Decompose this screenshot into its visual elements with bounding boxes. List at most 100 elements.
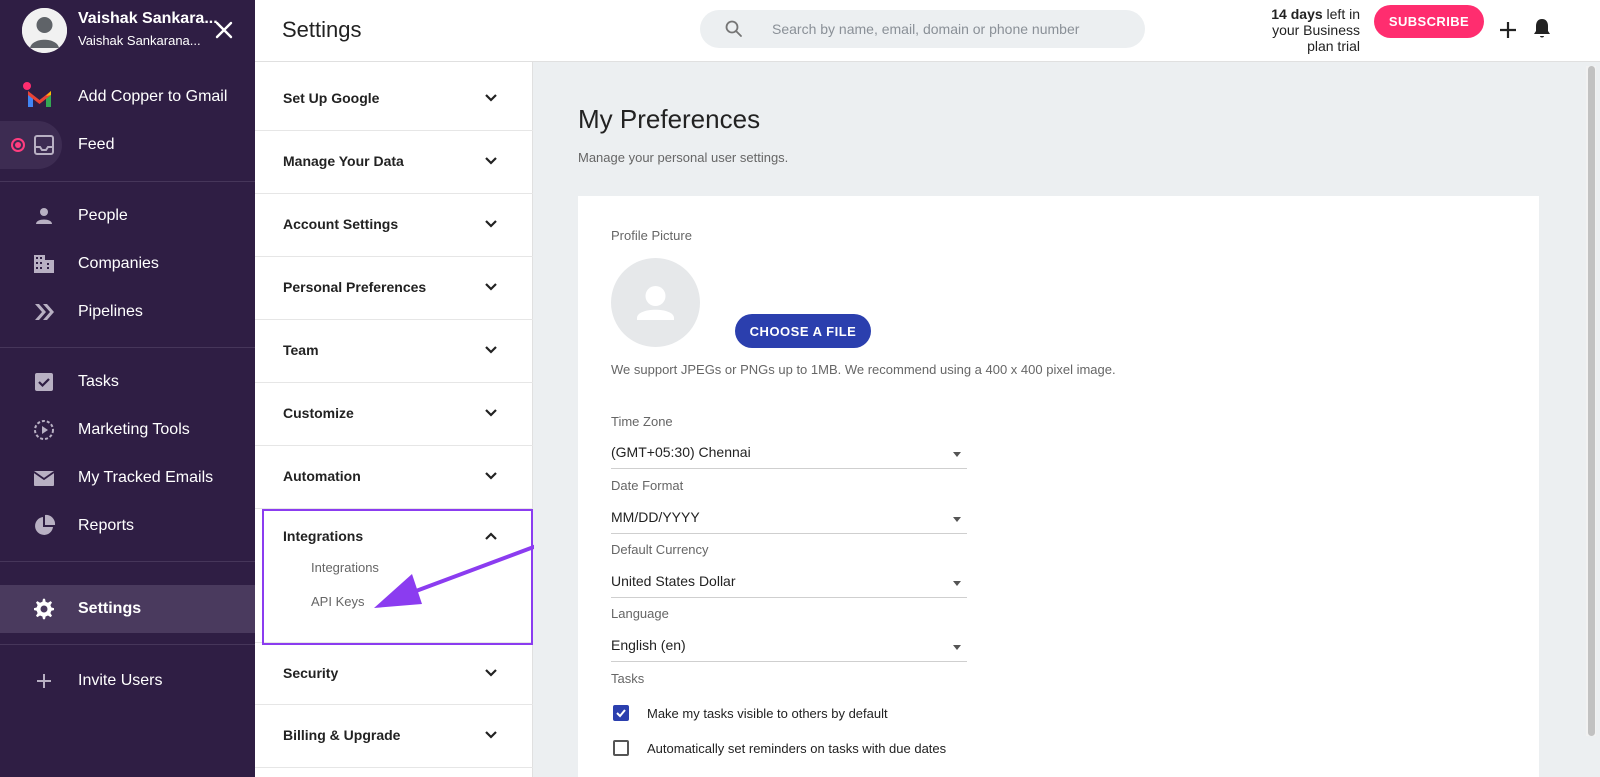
date-format-select[interactable]: MM/DD/YYYY [611, 504, 967, 534]
menu-team[interactable]: Team [255, 320, 533, 383]
play-circle-icon [32, 418, 56, 442]
chevron-down-icon [481, 403, 501, 423]
menu-security[interactable]: Security [255, 642, 533, 705]
chevron-down-icon [481, 88, 501, 108]
checkbox-unchecked[interactable] [613, 740, 629, 756]
menu-label: Set Up Google [283, 90, 380, 106]
upload-help-text: We support JPEGs or PNGs up to 1MB. We r… [611, 362, 1116, 377]
nav-label: Invite Users [78, 672, 163, 689]
tasks-label: Tasks [611, 671, 645, 686]
menu-label: Manage Your Data [283, 153, 404, 169]
nav-invite-users[interactable]: Invite Users [0, 657, 255, 705]
checkbox-icon [32, 370, 56, 394]
task-visibility-option[interactable]: Make my tasks visible to others by defau… [611, 704, 931, 724]
trial-text-3: plan trial [1307, 38, 1360, 54]
menu-label: Customize [283, 405, 354, 421]
chevron-down-icon [481, 663, 501, 683]
checkbox-checked[interactable] [613, 705, 629, 721]
building-icon [32, 252, 56, 276]
submenu-integrations[interactable]: Integrations [311, 560, 379, 575]
chevron-down-icon [481, 151, 501, 171]
user-name: Vaishak Sankara... [78, 10, 218, 27]
nav-feed[interactable]: Feed [0, 121, 255, 169]
caret-down-icon [953, 645, 961, 650]
close-icon[interactable] [212, 18, 236, 42]
nav-companies[interactable]: Companies [0, 240, 255, 288]
choose-file-button[interactable]: CHOOSE A FILE [735, 314, 871, 348]
nav-add-copper-to-gmail[interactable]: Add Copper to Gmail [0, 73, 255, 121]
scrollbar-thumb[interactable] [1588, 66, 1595, 736]
nav-label: Marketing Tools [78, 421, 190, 438]
menu-label: Team [283, 342, 319, 358]
section-subtitle: Manage your personal user settings. [578, 150, 789, 165]
avatar-placeholder-icon [22, 8, 67, 53]
nav-label: Feed [78, 136, 115, 153]
currency-label: Default Currency [611, 542, 709, 557]
pie-chart-icon [32, 514, 56, 538]
menu-label: Personal Preferences [283, 279, 427, 295]
chevron-down-icon [481, 725, 501, 745]
user-avatar [22, 8, 67, 53]
menu-integrations-section: Integrations Integrations API Keys [255, 504, 533, 642]
menu-label: Account Settings [283, 216, 399, 232]
envelope-icon [32, 466, 56, 490]
nav-divider [0, 347, 255, 348]
notification-dot-icon [11, 138, 25, 152]
menu-customize[interactable]: Customize [255, 383, 533, 446]
nav-pipelines[interactable]: Pipelines [0, 288, 255, 336]
menu-label: Security [283, 665, 339, 681]
menu-billing-upgrade[interactable]: Billing & Upgrade [255, 705, 533, 768]
main-content: My Preferences Manage your personal user… [534, 62, 1585, 777]
caret-down-icon [953, 452, 961, 457]
app-sidebar: Vaishak Sankara... Vaishak Sankarana... … [0, 0, 255, 777]
caret-down-icon [953, 517, 961, 522]
submenu-api-keys[interactable]: API Keys [311, 594, 364, 609]
language-select[interactable]: English (en) [611, 632, 967, 662]
nav-people[interactable]: People [0, 192, 255, 240]
chevron-down-icon [481, 214, 501, 234]
nav-label: Add Copper to Gmail [78, 88, 228, 105]
date-format-label: Date Format [611, 478, 684, 493]
search-input[interactable] [772, 10, 1132, 48]
select-value: (GMT+05:30) Chennai [611, 444, 751, 460]
trial-days: 14 days [1271, 6, 1323, 22]
settings-menu: Set Up Google Manage Your Data Account S… [255, 62, 533, 777]
currency-select[interactable]: United States Dollar [611, 568, 967, 598]
language-label: Language [611, 606, 669, 621]
trial-text-2: your Business [1272, 22, 1360, 38]
menu-integrations[interactable]: Integrations [283, 528, 363, 544]
user-email: Vaishak Sankarana... [78, 33, 201, 48]
person-placeholder-icon [637, 286, 674, 320]
search-box[interactable] [700, 10, 1145, 48]
double-chevron-icon [32, 300, 56, 324]
checkbox-label: Make my tasks visible to others by defau… [647, 706, 888, 721]
nav-my-tracked-emails[interactable]: My Tracked Emails [0, 454, 255, 502]
subscribe-button[interactable]: SUBSCRIBE [1374, 5, 1484, 38]
nav-label: Companies [78, 255, 159, 272]
nav-reports[interactable]: Reports [0, 502, 255, 550]
select-value: United States Dollar [611, 573, 736, 589]
nav-marketing-tools[interactable]: Marketing Tools [0, 406, 255, 454]
plus-icon [32, 669, 56, 693]
menu-automation[interactable]: Automation [255, 446, 533, 509]
nav-tasks[interactable]: Tasks [0, 358, 255, 406]
bell-icon[interactable] [1530, 16, 1554, 40]
task-reminder-option[interactable]: Automatically set reminders on tasks wit… [611, 739, 971, 759]
nav-label: My Tracked Emails [78, 469, 214, 486]
menu-account-settings[interactable]: Account Settings [255, 194, 533, 257]
search-icon [724, 19, 744, 39]
chevron-up-icon[interactable] [481, 526, 501, 546]
select-value: English (en) [611, 637, 686, 653]
nav-settings[interactable]: Settings [0, 585, 255, 633]
menu-set-up-google[interactable]: Set Up Google [255, 68, 533, 131]
add-icon[interactable] [1496, 18, 1520, 42]
chevron-down-icon [481, 340, 501, 360]
checkmark-icon [616, 709, 626, 718]
gmail-icon [22, 81, 56, 111]
time-zone-select[interactable]: (GMT+05:30) Chennai [611, 439, 967, 469]
gear-icon [32, 597, 56, 621]
menu-manage-your-data[interactable]: Manage Your Data [255, 131, 533, 194]
time-zone-label: Time Zone [611, 414, 673, 429]
menu-personal-preferences[interactable]: Personal Preferences [255, 257, 533, 320]
nav-label: Settings [78, 600, 142, 617]
